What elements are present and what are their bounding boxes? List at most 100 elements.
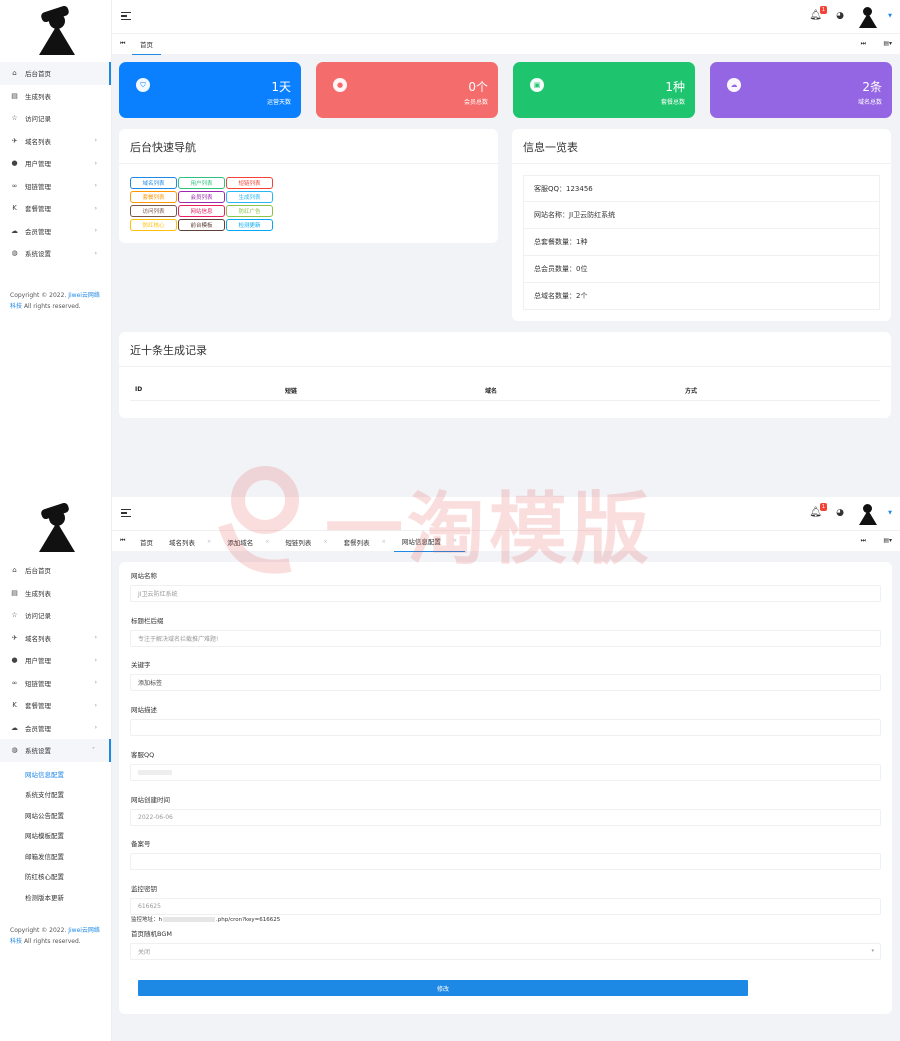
close-icon[interactable]: × — [207, 539, 211, 545]
stat-card-0[interactable]: ⛉ 1天 运营天数 — [119, 62, 301, 118]
quick-nav-button-6[interactable]: 访问列表 — [130, 205, 177, 217]
sidebar-item-6[interactable]: K 套餐管理 › — [0, 694, 111, 717]
sidebar-item-label: 用户管理 — [25, 657, 51, 666]
tab-3[interactable]: 短链列表 × — [277, 531, 335, 552]
stat-card-2[interactable]: ▣ 1种 套餐总数 — [513, 62, 695, 118]
form-input-7[interactable]: 616625 — [130, 897, 881, 915]
close-icon[interactable]: × — [323, 539, 327, 545]
sidebar-subitem-0[interactable]: 网站信息配置 — [0, 764, 111, 785]
form-input-5[interactable]: 2022-06-06 — [130, 808, 881, 826]
form-input-8[interactable]: 关闭 ▾ — [130, 942, 881, 960]
user-icon: ● — [11, 656, 18, 665]
form-input-2[interactable]: 添加标签 — [130, 674, 881, 692]
sidebar-item-1[interactable]: ▤ 生成列表 — [0, 582, 111, 605]
menu-toggle-icon[interactable] — [121, 509, 131, 517]
sidebar-item-label: 生成列表 — [25, 92, 51, 101]
tab-0[interactable]: 首页 — [132, 34, 161, 55]
avatar[interactable] — [33, 4, 79, 55]
chevron-icon: › — [94, 227, 97, 235]
sidebar-item-label: 域名列表 — [25, 634, 51, 643]
quick-nav-button-4[interactable]: 会员列表 — [178, 191, 225, 203]
sidebar-item-8[interactable]: ◍ 系统设置 ˅ — [0, 739, 111, 762]
form-input-1[interactable]: 专注于解决域名拦截推广难题! — [130, 629, 881, 647]
sidebar-item-label: 会员管理 — [25, 227, 51, 236]
sidebar-subitem-2[interactable]: 网站公告配置 — [0, 805, 111, 826]
quick-nav-button-2[interactable]: 短链列表 — [226, 177, 273, 189]
quick-nav-button-7[interactable]: 网站信息 — [178, 205, 225, 217]
avatar[interactable] — [33, 501, 79, 552]
copyright-prefix: Copyright © 2022. — [10, 927, 67, 934]
form-input-value: 616625 — [138, 902, 161, 910]
form-label-2: 关键字 — [131, 661, 151, 670]
quick-nav-button-5[interactable]: 生成列表 — [226, 191, 273, 203]
quick-nav-button-8[interactable]: 防红广告 — [226, 205, 273, 217]
form-input-6[interactable] — [130, 853, 881, 871]
tabs-last-icon[interactable]: ⏭ — [861, 40, 866, 48]
stat-card-1[interactable]: ● 0个 会员总数 — [316, 62, 498, 118]
tab-0[interactable]: 首页 — [132, 531, 161, 552]
sidebar-subitem-3[interactable]: 网站模板配置 — [0, 825, 111, 846]
sidebar-item-6[interactable]: K 套餐管理 › — [0, 197, 111, 220]
close-icon[interactable]: × — [382, 539, 386, 545]
tabs-menu-icon[interactable]: ▤▾ — [883, 40, 892, 47]
tabs-last-icon[interactable]: ⏭ — [861, 537, 866, 545]
sidebar-item-3[interactable]: ✈ 域名列表 › — [0, 627, 111, 650]
quick-nav-button-1[interactable]: 用户列表 — [178, 177, 225, 189]
header-avatar[interactable] — [856, 501, 880, 525]
sidebar-item-7[interactable]: ☁ 会员管理 › — [0, 220, 111, 243]
tab-1[interactable]: 域名列表 × — [161, 531, 219, 552]
k-icon: K — [12, 701, 17, 710]
sidebar-item-4[interactable]: ● 用户管理 › — [0, 649, 111, 672]
palette-icon[interactable]: ◕ — [836, 11, 844, 21]
sidebar-item-8[interactable]: ◍ 系统设置 › — [0, 242, 111, 265]
close-icon[interactable]: × — [453, 538, 457, 544]
globe-icon: ◍ — [11, 746, 18, 755]
form-input-4[interactable] — [130, 763, 881, 781]
sidebar-item-label: 系统设置 — [25, 250, 51, 259]
sidebar-item-4[interactable]: ● 用户管理 › — [0, 152, 111, 175]
tabs-first-icon[interactable]: ⏮ — [120, 537, 125, 545]
tab-2[interactable]: 添加域名 × — [219, 531, 277, 552]
tab-label: 套餐列表 — [343, 538, 370, 547]
sidebar-item-2[interactable]: ☆ 访问记录 — [0, 107, 111, 130]
palette-icon[interactable]: ◕ — [836, 508, 844, 518]
quick-nav-button-0[interactable]: 域名列表 — [130, 177, 177, 189]
quick-nav-button-3[interactable]: 套餐列表 — [130, 191, 177, 203]
close-icon[interactable]: × — [265, 539, 269, 545]
tab-5[interactable]: 网站信息配置 × — [393, 531, 466, 552]
form-input-0[interactable]: JI卫云防红系统 — [130, 585, 881, 602]
quick-nav-button-9[interactable]: 防红核心 — [130, 219, 177, 231]
tab-4[interactable]: 套餐列表 × — [336, 531, 394, 552]
stat-card-3[interactable]: ☁ 2条 域名总数 — [710, 62, 892, 118]
tabs-menu-icon[interactable]: ▤▾ — [883, 537, 892, 544]
header-avatar[interactable] — [856, 4, 880, 28]
quick-nav-button-10[interactable]: 前台模板 — [178, 219, 225, 231]
sidebar-item-3[interactable]: ✈ 域名列表 › — [0, 130, 111, 153]
form-label-0: 网站名称 — [131, 572, 157, 580]
form-input-3[interactable] — [130, 719, 881, 737]
form-input-value: 关闭 — [138, 948, 151, 956]
sidebar-item-7[interactable]: ☁ 会员管理 › — [0, 717, 111, 740]
stat-value: 1天 — [271, 80, 291, 94]
sidebar-subitem-6[interactable]: 检测版本更新 — [0, 887, 111, 908]
tabs-first-icon[interactable]: ⏮ — [120, 40, 125, 48]
submit-button[interactable]: 修改 — [138, 980, 748, 996]
quick-nav-button-11[interactable]: 检测更新 — [226, 219, 273, 231]
menu-toggle-icon[interactable] — [121, 12, 131, 20]
sidebar-subitem-1[interactable]: 系统支付配置 — [0, 784, 111, 805]
sidebar-subitem-5[interactable]: 防红核心配置 — [0, 866, 111, 887]
sidebar-item-2[interactable]: ☆ 访问记录 — [0, 604, 111, 627]
sidebar-item-5[interactable]: ∞ 短链管理 › — [0, 175, 111, 198]
chevron-down-icon[interactable]: ▾ — [871, 948, 874, 954]
chevron-down-icon[interactable]: ▼ — [888, 510, 892, 516]
info-row-1: 网站名称：JI卫云防红系统 — [523, 202, 880, 229]
sidebar-item-1[interactable]: ▤ 生成列表 — [0, 85, 111, 108]
stat-label: 会员总数 — [463, 99, 488, 106]
sidebar-item-0[interactable]: ⌂ 后台首页 — [0, 559, 111, 582]
form-label-8: 首页随机BGM — [131, 929, 172, 938]
chevron-down-icon[interactable]: ▼ — [888, 13, 892, 19]
records-column-header: 方式 — [685, 388, 698, 395]
sidebar-item-0[interactable]: ⌂ 后台首页 — [0, 62, 111, 85]
sidebar-subitem-4[interactable]: 邮箱发信配置 — [0, 846, 111, 867]
sidebar-item-5[interactable]: ∞ 短链管理 › — [0, 672, 111, 695]
